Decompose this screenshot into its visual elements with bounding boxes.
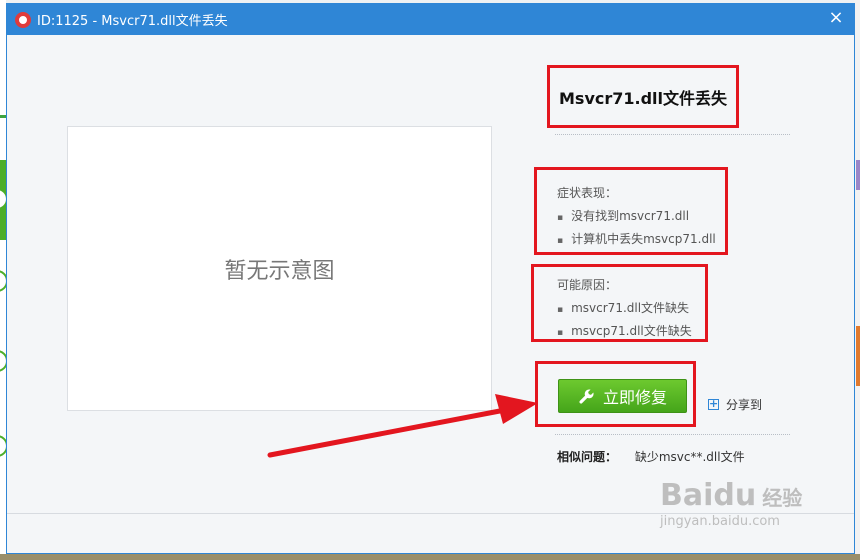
preview-image-area: 暂无示意图 [67,126,492,411]
symptoms-highlight: 症状表现： 没有找到msvcr71.dll 计算机中丢失msvcp71.dll [534,167,728,255]
similar-issues: 相似问题： 缺少msvc**.dll文件 [557,448,745,465]
cause-item: msvcp71.dll文件缺失 [557,321,705,344]
similar-issue-link[interactable]: 缺少msvc**.dll文件 [635,450,745,464]
issue-title: Msvcr71.dll文件丢失 [559,88,728,108]
background-orange-tab [856,326,860,386]
cause-item: msvcr71.dll文件缺失 [557,298,705,321]
similar-label: 相似问题： [557,450,618,464]
close-button[interactable]: × [826,8,846,28]
window-title: ID:1125 - Msvcr71.dll文件丢失 [37,14,228,29]
title-bar[interactable]: ID:1125 - Msvcr71.dll文件丢失 × [7,4,854,35]
divider [555,134,790,135]
symptoms-label: 症状表现： [557,186,618,200]
causes-label: 可能原因： [557,278,618,292]
divider [555,434,790,435]
symptom-item: 没有找到msvcr71.dll [557,206,725,229]
background-bottom-strip [0,554,860,560]
issue-title-highlight: Msvcr71.dll文件丢失 [547,65,739,128]
lifebuoy-icon [15,11,31,28]
fix-now-button[interactable]: 立即修复 [558,379,687,413]
baidu-watermark: Baidu 经验 jingyan.baidu.com [660,478,803,529]
wrench-icon [578,388,595,405]
preview-placeholder: 暂无示意图 [224,258,335,284]
watermark-logo: Baidu [660,478,757,513]
share-label: 分享到 [726,398,763,412]
fix-button-highlight: 立即修复 [535,361,696,427]
repair-dialog: ID:1125 - Msvcr71.dll文件丢失 × 暂无示意图 Msvcr7… [6,3,855,554]
plus-icon: + [708,397,719,410]
share-button[interactable]: + 分享到 [708,396,762,413]
background-purple-tab [856,160,860,190]
causes-highlight: 可能原因： msvcr71.dll文件缺失 msvcp71.dll文件缺失 [531,264,708,342]
watermark-suffix: 经验 [762,486,803,510]
watermark-url: jingyan.baidu.com [660,514,780,529]
symptom-item: 计算机中丢失msvcp71.dll [557,229,725,252]
fix-now-label: 立即修复 [602,388,667,407]
